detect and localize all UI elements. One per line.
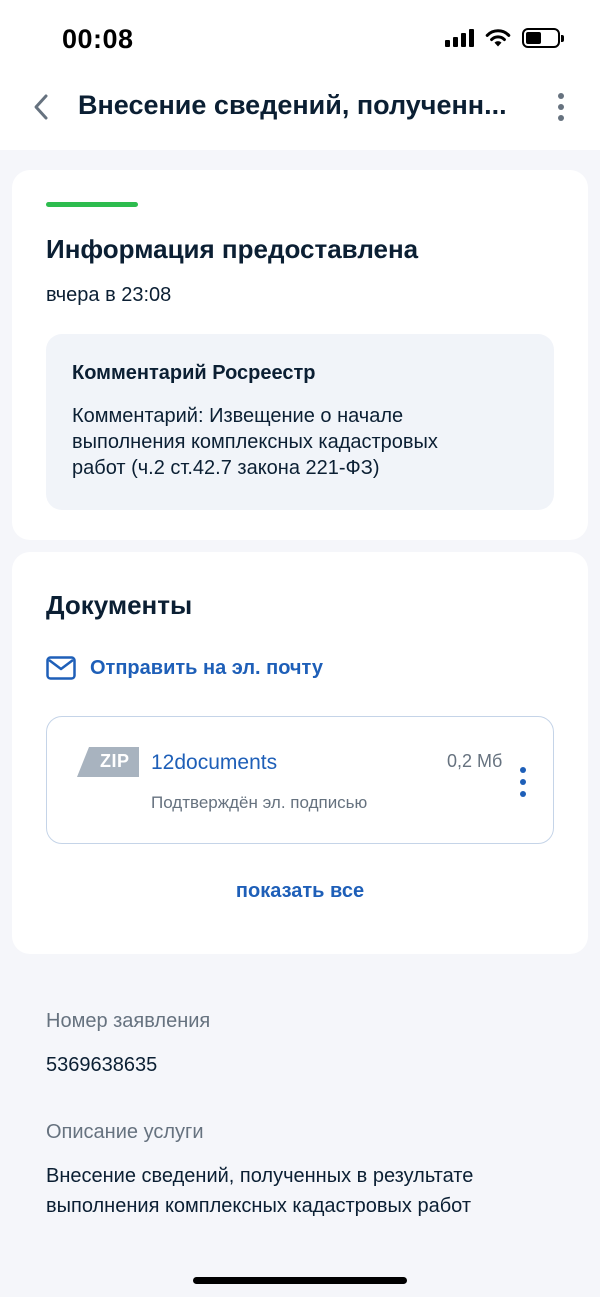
signal-icon bbox=[445, 29, 474, 47]
documents-card: Документы Отправить на эл. почту ZIP 12d… bbox=[12, 552, 588, 954]
wifi-icon bbox=[485, 29, 511, 47]
send-email-link[interactable]: Отправить на эл. почту bbox=[46, 656, 323, 680]
status-icons bbox=[445, 28, 564, 48]
home-indicator[interactable] bbox=[193, 1277, 407, 1284]
chevron-left-icon[interactable] bbox=[28, 90, 54, 124]
more-vertical-icon[interactable] bbox=[554, 90, 568, 124]
show-all-link[interactable]: показать все bbox=[12, 880, 588, 903]
file-more-icon[interactable] bbox=[517, 767, 529, 797]
comment-text: Комментарий: Извещение о начале выполнен… bbox=[72, 405, 438, 479]
file-type-badge: ZIP bbox=[100, 751, 130, 771]
zip-file-icon: ZIP bbox=[77, 747, 139, 777]
application-number-value: 5369638635 bbox=[46, 1054, 158, 1076]
nav-bar: Внесение сведений, полученн... bbox=[0, 80, 600, 150]
page-title: Внесение сведений, полученн... bbox=[78, 90, 507, 120]
file-name-link[interactable]: 12documents bbox=[151, 751, 277, 775]
status-time: 00:08 bbox=[62, 24, 134, 54]
comment-title: Комментарий Росреестр bbox=[72, 362, 316, 384]
file-item[interactable]: ZIP 12documents 0,2 Мб Подтверждён эл. п… bbox=[46, 716, 554, 844]
documents-title: Документы bbox=[46, 590, 193, 620]
status-bar: 00:08 bbox=[0, 0, 600, 80]
status-progress-line bbox=[46, 202, 138, 207]
comment-box: Комментарий Росреестр Комментарий: Извещ… bbox=[46, 334, 554, 510]
send-email-label: Отправить на эл. почту bbox=[90, 656, 323, 679]
battery-icon bbox=[522, 28, 564, 48]
status-timestamp: вчера в 23:08 bbox=[46, 284, 172, 306]
envelope-icon bbox=[46, 656, 76, 680]
file-signature-status: Подтверждён эл. подписью bbox=[151, 793, 368, 812]
service-description-label: Описание услуги bbox=[46, 1121, 204, 1143]
status-card: Информация предоставлена вчера в 23:08 К… bbox=[12, 170, 588, 540]
service-description-value: Внесение сведений, полученных в результа… bbox=[46, 1165, 474, 1217]
application-number-label: Номер заявления bbox=[46, 1010, 211, 1032]
file-size: 0,2 Мб bbox=[447, 751, 503, 771]
status-title: Информация предоставлена bbox=[46, 234, 419, 264]
